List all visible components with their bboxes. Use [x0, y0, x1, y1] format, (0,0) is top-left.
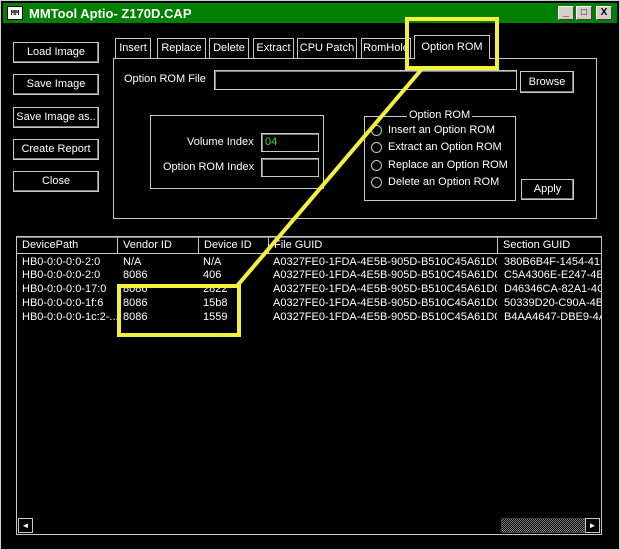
annotation-connector-line	[235, 68, 423, 288]
mmtool-window: MM MMTool Aptio- Z170D.CAP _ □ X Load Im…	[0, 0, 620, 550]
annotation-box-ids	[117, 284, 241, 337]
annotation-box-option-rom-tab	[405, 17, 499, 70]
